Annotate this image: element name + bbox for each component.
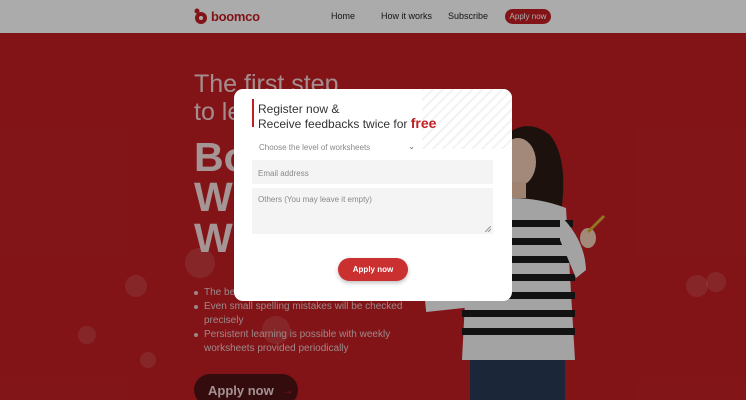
- modal-title-free: free: [410, 115, 437, 131]
- title-accent-bar: [252, 99, 254, 127]
- worksheet-level-select-value: Choose the level of worksheets: [259, 142, 371, 152]
- email-field[interactable]: Email address: [252, 160, 493, 184]
- worksheet-level-select[interactable]: Choose the level of worksheets ⌄: [252, 138, 422, 156]
- others-textarea[interactable]: Others (You may leave it empty): [252, 188, 493, 234]
- modal-apply-button[interactable]: Apply now: [338, 258, 408, 281]
- others-placeholder: Others (You may leave it empty): [258, 195, 372, 204]
- modal-title-line2: Receive feedbacks twice for: [258, 117, 411, 131]
- modal-title-line1: Register now &: [258, 102, 340, 116]
- register-modal: Register now & Receive feedbacks twice f…: [234, 89, 512, 301]
- chevron-down-icon: ⌄: [408, 142, 415, 151]
- email-placeholder: Email address: [258, 169, 309, 178]
- resize-handle-icon[interactable]: [485, 226, 491, 232]
- modal-title: Register now & Receive feedbacks twice f…: [258, 102, 436, 131]
